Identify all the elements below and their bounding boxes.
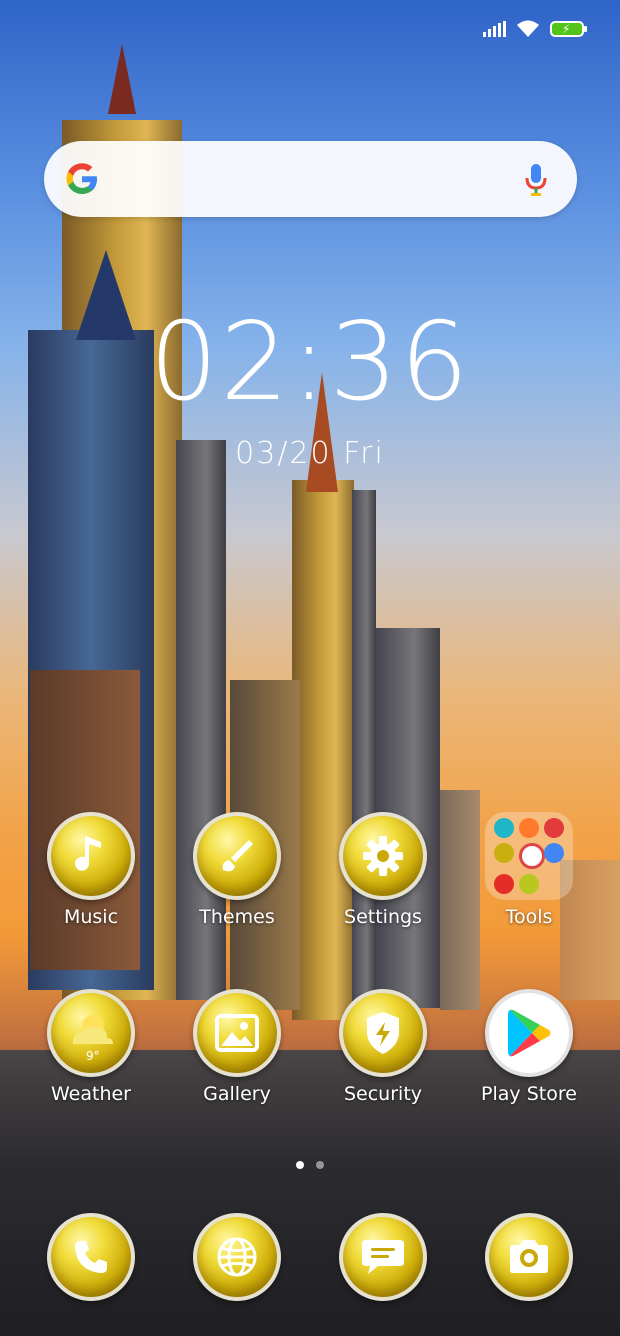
wallpaper-tower <box>352 490 376 1010</box>
weather-temp: 9° <box>86 1049 100 1063</box>
cellular-signal-icon <box>483 21 506 37</box>
play-store-icon <box>485 989 573 1077</box>
clock-date[interactable]: 03/20 Fri <box>0 436 620 471</box>
page-dot <box>316 1161 324 1169</box>
clock-time[interactable]: 02:36 <box>0 300 620 425</box>
app-security[interactable]: Security <box>313 989 453 1105</box>
image-icon <box>193 989 281 1077</box>
dock-browser[interactable] <box>167 1213 307 1301</box>
message-icon <box>339 1213 427 1301</box>
gear-icon <box>339 812 427 900</box>
shield-bolt-icon <box>339 989 427 1077</box>
app-label: Themes <box>199 906 275 928</box>
dock-camera[interactable] <box>459 1213 599 1301</box>
camera-icon <box>485 1213 573 1301</box>
wallpaper-tower <box>292 480 354 1020</box>
page-dot-active <box>296 1161 304 1169</box>
weather-icon: 9° <box>47 989 135 1077</box>
music-note-icon <box>47 812 135 900</box>
globe-icon <box>193 1213 281 1301</box>
app-settings[interactable]: Settings <box>313 812 453 928</box>
app-gallery[interactable]: Gallery <box>167 989 307 1105</box>
dock-messages[interactable] <box>313 1213 453 1301</box>
app-weather[interactable]: 9° Weather <box>21 989 161 1105</box>
paintbrush-icon <box>193 812 281 900</box>
app-label: Music <box>63 906 119 928</box>
folder-tools[interactable]: Tools <box>459 812 599 928</box>
wallpaper-spire <box>108 44 136 114</box>
battery-charging-icon: ⚡ <box>550 21 587 37</box>
app-label: Weather <box>51 1083 131 1105</box>
app-label: Tools <box>505 906 553 928</box>
wifi-icon <box>517 20 539 37</box>
mic-icon[interactable] <box>525 163 547 197</box>
app-themes[interactable]: Themes <box>167 812 307 928</box>
app-label: Security <box>343 1083 423 1105</box>
folder-icon <box>485 812 573 900</box>
app-label: Settings <box>344 906 422 928</box>
app-label: Gallery <box>203 1083 271 1105</box>
page-indicator <box>296 1161 324 1169</box>
app-play-store[interactable]: Play Store <box>459 989 599 1105</box>
status-bar: ⚡ <box>483 18 587 40</box>
google-search-bar[interactable] <box>44 141 577 217</box>
google-logo-icon <box>66 163 97 194</box>
phone-icon <box>47 1213 135 1301</box>
app-music[interactable]: Music <box>21 812 161 928</box>
app-label: Play Store <box>481 1083 577 1105</box>
dock-phone[interactable] <box>21 1213 161 1301</box>
